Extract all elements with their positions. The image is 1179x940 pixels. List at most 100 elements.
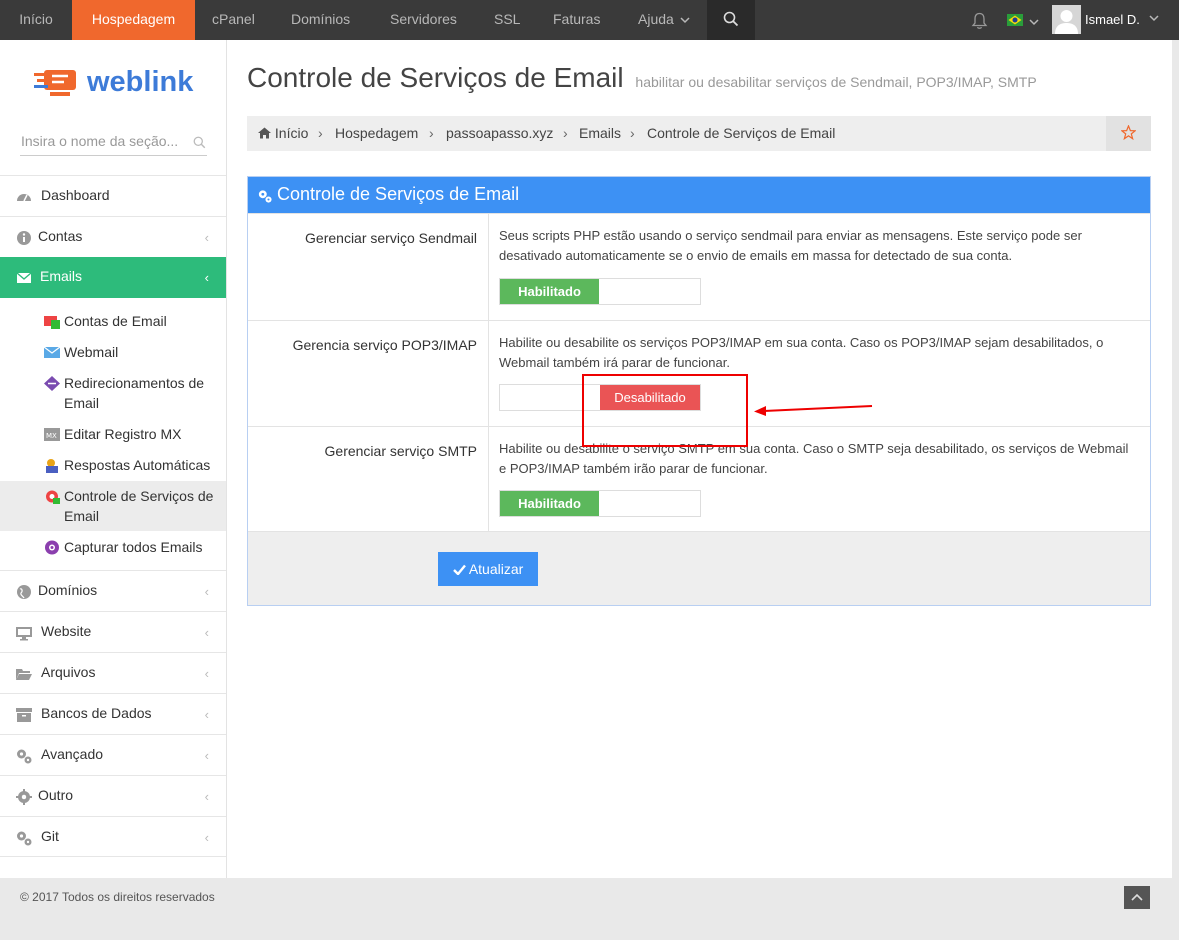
chevron-down-icon bbox=[680, 17, 690, 24]
catch-all-icon bbox=[45, 540, 59, 555]
annotation-highlight-box bbox=[582, 374, 748, 447]
page-subtitle: habilitar ou desabilitar serviços de Sen… bbox=[635, 74, 1037, 90]
globe-icon bbox=[17, 585, 31, 599]
annotation-arrow-icon bbox=[754, 405, 873, 416]
notifications-button[interactable] bbox=[971, 12, 988, 33]
row-divider bbox=[488, 214, 489, 320]
bell-icon bbox=[971, 12, 988, 29]
avatar bbox=[1052, 5, 1081, 34]
breadcrumb-separator: › bbox=[318, 125, 323, 141]
sidebar-item-dashboard[interactable]: Dashboard bbox=[0, 175, 226, 216]
sidebar-item-contas[interactable]: Contas ‹ bbox=[0, 216, 226, 257]
submenu-item-label: Webmail bbox=[64, 344, 119, 360]
sidebar: weblink Insira o nome da seção... Dashbo… bbox=[0, 40, 227, 878]
nav-servidores[interactable]: Servidores bbox=[390, 0, 457, 40]
breadcrumb-emails[interactable]: Emails bbox=[579, 125, 621, 141]
nav-cpanel[interactable]: cPanel bbox=[212, 0, 255, 40]
home-icon bbox=[258, 127, 271, 139]
breadcrumb-current: Controle de Serviços de Email bbox=[647, 125, 836, 141]
service-label: Gerenciar serviço Sendmail bbox=[305, 230, 477, 246]
nav-ssl[interactable]: SSL bbox=[494, 0, 520, 40]
scroll-to-top-button[interactable] bbox=[1124, 886, 1150, 909]
breadcrumb-home[interactable]: Início bbox=[258, 125, 308, 141]
submenu-item-editar-registro-mx[interactable]: MX Editar Registro MX bbox=[44, 424, 224, 444]
sidebar-item-label: Bancos de Dados bbox=[41, 705, 152, 721]
weblink-logo-icon bbox=[34, 70, 76, 96]
section-search-input[interactable]: Insira o nome da seção... bbox=[20, 130, 207, 156]
top-navbar: Início Hospedagem cPanel Domínios Servid… bbox=[0, 0, 1179, 40]
submenu-item-label: Redirecionamentos de Email bbox=[64, 375, 205, 411]
favorite-button[interactable] bbox=[1106, 116, 1151, 151]
forwarders-icon bbox=[44, 376, 60, 391]
cogs-icon bbox=[258, 190, 272, 203]
chevron-left-icon: ‹ bbox=[204, 270, 209, 285]
smtp-toggle[interactable]: Habilitado bbox=[499, 490, 701, 517]
sidebar-item-outro[interactable]: Outro ‹ bbox=[0, 775, 226, 816]
sidebar-item-dominios[interactable]: Domínios ‹ bbox=[0, 570, 226, 611]
user-silhouette-icon bbox=[1055, 10, 1078, 34]
archive-icon bbox=[16, 708, 32, 722]
panel-title: Controle de Serviços de Email bbox=[277, 184, 520, 204]
search-button[interactable] bbox=[707, 0, 755, 40]
breadcrumb-separator: › bbox=[630, 125, 635, 141]
chevron-left-icon: ‹ bbox=[204, 666, 209, 681]
user-menu[interactable]: Ismael D. bbox=[1052, 5, 1172, 35]
breadcrumb: Início › Hospedagem › passoapasso.xyz › … bbox=[247, 116, 1151, 151]
service-description: Habilite ou desabilite os serviços POP3/… bbox=[499, 335, 1104, 370]
page-title: Controle de Serviços de Email habilitar … bbox=[247, 62, 1037, 94]
submenu-item-label: Respostas Automáticas bbox=[64, 457, 211, 473]
panel-header: Controle de Serviços de Email bbox=[248, 177, 1150, 213]
submenu-item-controle-servicos[interactable]: Controle de Serviços de Email bbox=[44, 486, 224, 526]
nav-ajuda-label: Ajuda bbox=[638, 11, 674, 27]
search-icon bbox=[723, 11, 739, 27]
submenu-item-respostas-automaticas[interactable]: Respostas Automáticas bbox=[44, 455, 224, 475]
chevron-left-icon: ‹ bbox=[204, 707, 209, 722]
sidebar-item-bancos-de-dados[interactable]: Bancos de Dados ‹ bbox=[0, 693, 226, 734]
breadcrumb-domain[interactable]: passoapasso.xyz bbox=[446, 125, 553, 141]
service-label: Gerencia serviço POP3/IMAP bbox=[292, 337, 477, 353]
nav-ajuda[interactable]: Ajuda bbox=[638, 0, 690, 40]
toggle-enabled-state: Habilitado bbox=[500, 491, 599, 516]
nav-inicio[interactable]: Início bbox=[0, 0, 72, 40]
service-description: Seus scripts PHP estão usando o serviço … bbox=[499, 228, 1082, 263]
sidebar-item-git[interactable]: Git ‹ bbox=[0, 816, 226, 857]
search-icon bbox=[193, 136, 206, 149]
nav-dominios[interactable]: Domínios bbox=[291, 0, 350, 40]
submenu-item-capturar-todos[interactable]: Capturar todos Emails bbox=[44, 537, 224, 557]
language-selector[interactable] bbox=[1007, 13, 1039, 29]
submenu-item-redirecionamentos[interactable]: Redirecionamentos de Email bbox=[44, 373, 224, 413]
sidebar-item-label: Website bbox=[41, 623, 92, 639]
nav-hospedagem[interactable]: Hospedagem bbox=[72, 0, 195, 40]
sidebar-item-label: Arquivos bbox=[41, 664, 96, 680]
chevron-left-icon: ‹ bbox=[204, 584, 209, 599]
submenu-item-webmail[interactable]: Webmail bbox=[44, 342, 224, 362]
autoresponder-icon bbox=[46, 459, 58, 473]
sidebar-item-label: Outro bbox=[38, 787, 74, 803]
update-button[interactable]: Atualizar bbox=[438, 552, 538, 586]
sidebar-item-label: Contas bbox=[38, 228, 83, 244]
toggle-enabled-state: Habilitado bbox=[500, 279, 599, 304]
sidebar-item-arquivos[interactable]: Arquivos ‹ bbox=[0, 652, 226, 693]
submenu-item-contas-de-email[interactable]: Contas de Email bbox=[44, 311, 224, 331]
checkmark-icon bbox=[452, 564, 466, 576]
chevron-down-icon bbox=[1029, 19, 1039, 26]
brazil-flag-icon bbox=[1007, 14, 1023, 26]
chevron-left-icon: ‹ bbox=[204, 830, 209, 845]
nav-faturas[interactable]: Faturas bbox=[553, 0, 600, 40]
breadcrumb-separator: › bbox=[429, 125, 434, 141]
breadcrumb-hospedagem[interactable]: Hospedagem bbox=[335, 125, 418, 141]
page-title-text: Controle de Serviços de Email bbox=[247, 62, 624, 93]
update-button-label: Atualizar bbox=[468, 561, 524, 577]
breadcrumb-separator: › bbox=[563, 125, 568, 141]
sendmail-toggle[interactable]: Habilitado bbox=[499, 278, 701, 305]
chevron-left-icon: ‹ bbox=[204, 789, 209, 804]
sidebar-item-avancado[interactable]: Avançado ‹ bbox=[0, 734, 226, 775]
submenu-item-label: Editar Registro MX bbox=[64, 426, 182, 442]
logo[interactable]: weblink bbox=[32, 64, 197, 104]
cogs-icon bbox=[17, 831, 32, 846]
sidebar-item-emails[interactable]: Emails ‹ bbox=[0, 257, 226, 298]
dashboard-icon bbox=[17, 194, 31, 202]
envelope-icon bbox=[16, 272, 32, 283]
chevron-left-icon: ‹ bbox=[204, 230, 209, 245]
sidebar-item-website[interactable]: Website ‹ bbox=[0, 611, 226, 652]
